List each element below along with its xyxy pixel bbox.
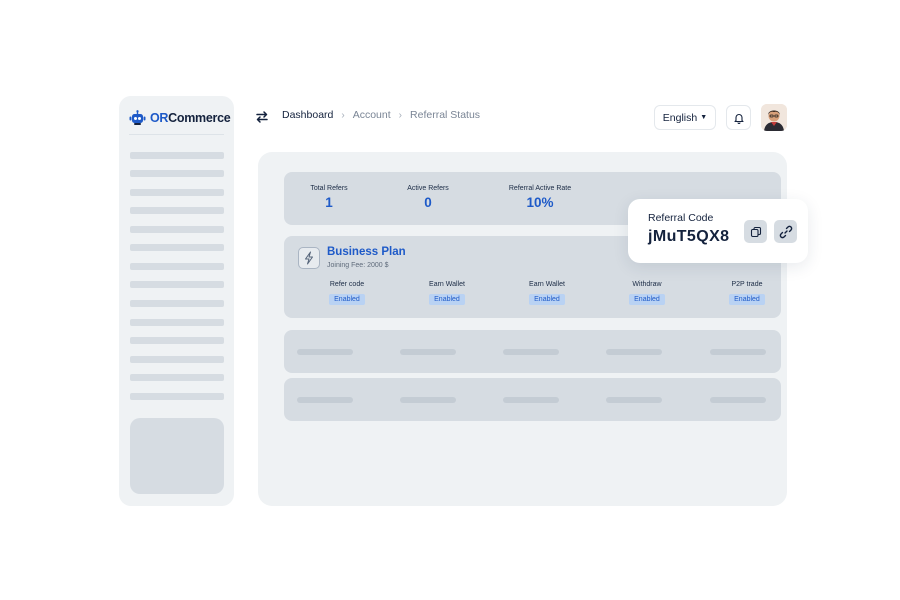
stat-total-refers: Total Refers 1 bbox=[308, 185, 350, 210]
plan-feature: Withdraw Enabled bbox=[624, 281, 670, 306]
feature-label: Refer code bbox=[329, 281, 365, 288]
chevron-right-icon: › bbox=[398, 109, 403, 121]
sidebar-item-placeholder[interactable] bbox=[130, 281, 224, 288]
feature-label: P2P trade bbox=[731, 281, 763, 288]
status-badge: Enabled bbox=[529, 294, 565, 305]
stat-value: 10% bbox=[526, 195, 554, 210]
referral-code-label: Referral Code bbox=[648, 212, 714, 224]
status-badge: Enabled bbox=[329, 294, 365, 305]
stat-active-refers: Active Refers 0 bbox=[405, 185, 451, 210]
cell-placeholder bbox=[710, 397, 766, 403]
breadcrumb: Dashboard › Account › Referral Status bbox=[282, 109, 480, 121]
swap-arrows-icon[interactable] bbox=[255, 110, 269, 124]
brand-name-prefix: OR bbox=[150, 111, 169, 125]
plan-feature: P2P trade Enabled bbox=[724, 281, 770, 306]
plan-joining-fee: Joining Fee: 2000 $ bbox=[327, 262, 389, 269]
lightning-icon bbox=[305, 251, 313, 265]
app-canvas: ORCommerce Dashboard › Account › Referra… bbox=[0, 0, 900, 600]
cell-placeholder bbox=[400, 397, 456, 403]
cell-placeholder bbox=[503, 349, 559, 355]
robot-logo-icon bbox=[129, 110, 146, 125]
referral-code-card: Referral Code jMuT5QX8 bbox=[628, 199, 808, 263]
cell-placeholder bbox=[297, 349, 353, 355]
sidebar-item-placeholder[interactable] bbox=[130, 263, 224, 270]
cell-placeholder bbox=[606, 397, 662, 403]
breadcrumb-dashboard[interactable]: Dashboard bbox=[282, 109, 333, 121]
language-selector[interactable]: English ▼ bbox=[654, 105, 716, 130]
table-row-placeholder bbox=[284, 330, 781, 373]
sidebar-item-placeholder[interactable] bbox=[130, 356, 224, 363]
stat-label: Active Refers bbox=[407, 185, 449, 192]
caret-down-icon: ▼ bbox=[700, 114, 708, 121]
sidebar-item-placeholder[interactable] bbox=[130, 152, 224, 159]
sidebar-item-placeholder[interactable] bbox=[130, 300, 224, 307]
sidebar-divider bbox=[129, 134, 224, 135]
sidebar: ORCommerce bbox=[119, 96, 234, 506]
feature-label: Earn Wallet bbox=[529, 281, 565, 288]
stat-value: 1 bbox=[325, 195, 333, 210]
feature-label: Withdraw bbox=[632, 281, 662, 288]
stat-label: Total Refers bbox=[310, 185, 348, 192]
share-link-button[interactable] bbox=[774, 220, 797, 243]
table-row-placeholder bbox=[284, 378, 781, 421]
status-badge: Enabled bbox=[429, 294, 465, 305]
plan-icon-box bbox=[298, 247, 320, 269]
sidebar-item-placeholder[interactable] bbox=[130, 374, 224, 381]
sidebar-item-placeholder[interactable] bbox=[130, 189, 224, 196]
cell-placeholder bbox=[710, 349, 766, 355]
cell-placeholder bbox=[503, 397, 559, 403]
feature-label: Earn Wallet bbox=[429, 281, 465, 288]
brand-logo[interactable]: ORCommerce bbox=[129, 108, 231, 128]
stat-referral-active-rate: Referral Active Rate 10% bbox=[505, 185, 575, 210]
sidebar-item-placeholder[interactable] bbox=[130, 170, 224, 177]
avatar[interactable] bbox=[761, 104, 787, 131]
brand-name: ORCommerce bbox=[150, 111, 231, 125]
plan-feature: Earn Wallet Enabled bbox=[424, 281, 470, 306]
notifications-button[interactable] bbox=[726, 105, 751, 130]
sidebar-item-placeholder[interactable] bbox=[130, 244, 224, 251]
cell-placeholder bbox=[297, 397, 353, 403]
language-label: English bbox=[662, 111, 698, 124]
cell-placeholder bbox=[606, 349, 662, 355]
sidebar-item-placeholder[interactable] bbox=[130, 207, 224, 214]
referral-code-value: jMuT5QX8 bbox=[648, 228, 730, 245]
plan-feature: Refer code Enabled bbox=[324, 281, 370, 306]
bell-icon bbox=[733, 113, 744, 124]
breadcrumb-account[interactable]: Account bbox=[353, 109, 391, 121]
stat-label: Referral Active Rate bbox=[508, 185, 572, 192]
breadcrumb-referral-status: Referral Status bbox=[410, 109, 481, 121]
link-icon bbox=[779, 225, 792, 238]
sidebar-item-placeholder[interactable] bbox=[130, 393, 224, 400]
sidebar-card-placeholder bbox=[130, 418, 224, 494]
stat-value: 0 bbox=[424, 195, 432, 210]
sidebar-item-placeholder[interactable] bbox=[130, 319, 224, 326]
user-avatar-icon bbox=[761, 104, 787, 131]
sidebar-item-placeholder[interactable] bbox=[130, 337, 224, 344]
status-badge: Enabled bbox=[629, 294, 665, 305]
plan-feature: Earn Wallet Enabled bbox=[524, 281, 570, 306]
brand-name-suffix: Commerce bbox=[168, 111, 231, 125]
cell-placeholder bbox=[400, 349, 456, 355]
chevron-right-icon: › bbox=[341, 109, 345, 121]
plan-title: Business Plan bbox=[327, 246, 406, 258]
copy-icon bbox=[750, 226, 761, 237]
sidebar-item-placeholder[interactable] bbox=[130, 226, 224, 233]
copy-referral-button[interactable] bbox=[744, 220, 767, 243]
status-badge: Enabled bbox=[729, 294, 765, 305]
